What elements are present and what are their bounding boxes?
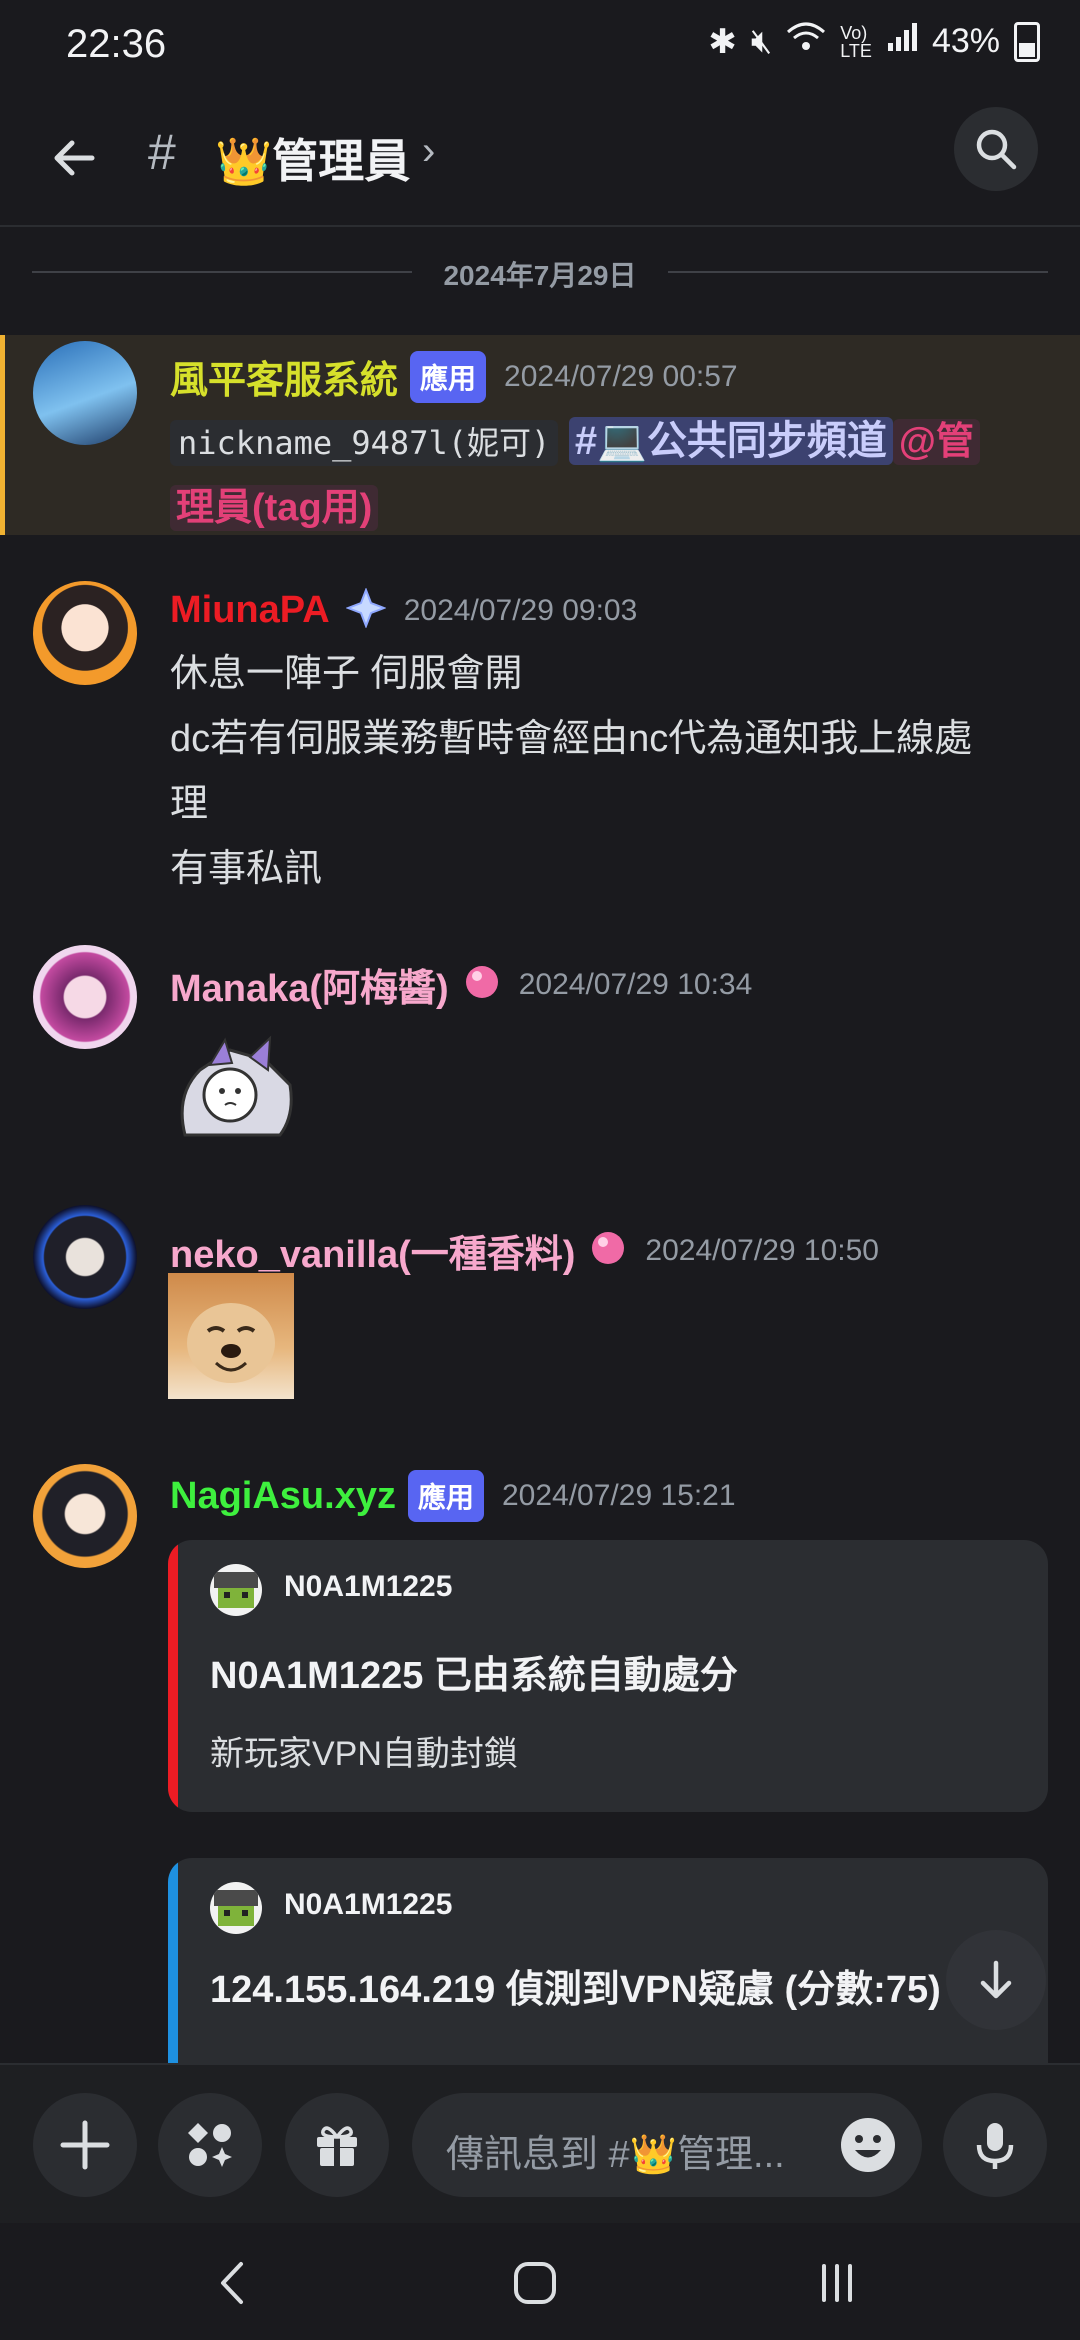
system-nav-bar	[0, 2223, 1080, 2340]
mention-highlight-bar	[0, 335, 5, 535]
nav-home-button[interactable]	[500, 2253, 570, 2313]
avatar[interactable]	[33, 581, 137, 685]
message-line: 休息一陣子 伺服會開	[170, 653, 523, 695]
embed-card[interactable]: N0A1M1225 N0A1M1225 已由系統自動處分 新玩家VPN自動封鎖	[168, 1540, 1048, 1812]
embed-description: 新玩家VPN自動封鎖	[210, 1735, 518, 1773]
channel-header: # 👑管理員 ›	[0, 95, 1080, 227]
channel-mention[interactable]: #💻公共同步頻道	[568, 417, 893, 465]
nav-home-icon	[514, 2262, 556, 2304]
battery-icon	[1014, 21, 1040, 62]
embed-author: N0A1M1225	[284, 1570, 453, 1603]
date-divider-label: 2024年7月29日	[443, 260, 637, 291]
message-item[interactable]: Manaka(阿梅醬) 2024/07/29 10:34	[0, 945, 1080, 1145]
embed-accent-bar	[168, 1858, 178, 2078]
sticker-image[interactable]	[168, 1273, 294, 1399]
mute-icon: 🔇︎	[750, 22, 773, 60]
message-author[interactable]: neko_vanilla(一種香料)	[170, 1223, 575, 1278]
search-button[interactable]	[954, 107, 1038, 191]
app-badge: 應用	[407, 1470, 484, 1522]
gem-badge-icon	[463, 963, 501, 1006]
embed-card[interactable]: N0A1M1225 124.155.164.219 偵測到VPN疑慮 (分數:7…	[168, 1858, 1048, 2078]
status-bar: 22:36 ✱ 🔇︎ Vo) LTE 43%	[0, 0, 1080, 95]
message-timestamp: 2024/07/29 10:34	[518, 967, 753, 1001]
wifi-icon	[786, 20, 826, 63]
nav-back-icon	[221, 2262, 243, 2304]
inline-code: nickname_9487l(妮可)	[170, 420, 559, 466]
channel-chevron[interactable]: ›	[422, 129, 435, 174]
chevron-down-icon	[980, 1960, 1012, 1999]
app-badge: 應用	[410, 350, 487, 403]
mic-icon	[976, 2123, 1014, 2169]
message-author[interactable]: MiunaPA	[170, 589, 330, 632]
message-item[interactable]: NagiAsu.xyz 應用 2024/07/29 15:21 N0A1M122…	[0, 1462, 1080, 2078]
embed-title: 124.155.164.219 偵測到VPN疑慮 (分數:75)	[210, 1969, 941, 2011]
add-attachment-button[interactable]	[33, 2093, 137, 2197]
avatar[interactable]	[33, 945, 137, 1049]
avatar[interactable]	[33, 1205, 137, 1309]
message-author[interactable]: 風平客服系統	[170, 349, 398, 404]
date-divider: 2024年7月29日	[32, 260, 1048, 291]
nav-back-button[interactable]	[198, 2253, 268, 2313]
message-composer: 傳訊息到 #👑管理...	[0, 2063, 1080, 2225]
message-timestamp: 2024/07/29 09:03	[403, 593, 638, 627]
channel-name[interactable]: 👑管理員	[215, 125, 410, 191]
battery-percent: 43%	[931, 22, 1000, 60]
embed-author: N0A1M1225	[284, 1888, 453, 1921]
avatar[interactable]	[33, 1464, 137, 1568]
role-mention[interactable]: 理員(tag用)	[170, 485, 379, 531]
status-icons: ✱ 🔇︎ Vo) LTE 43%	[708, 20, 1040, 63]
role-mention[interactable]: @管	[892, 419, 980, 465]
gift-icon	[317, 2126, 357, 2166]
message-line: 有事私訊	[170, 848, 323, 890]
channel-hash-icon: #	[148, 124, 176, 180]
message-item[interactable]: 風平客服系統 應用 2024/07/29 00:57 nickname_9487…	[0, 335, 1080, 535]
message-item[interactable]: MiunaPA 2024/07/29 09:03 休息一陣子 伺服會開 dc若有…	[0, 580, 1080, 900]
avatar[interactable]	[33, 341, 137, 445]
volte-icon: Vo) LTE	[840, 22, 872, 61]
gem-badge-icon	[589, 1229, 627, 1272]
embed-title: N0A1M1225 已由系統自動處分	[210, 1655, 738, 1697]
nav-recents-icon	[822, 2264, 852, 2302]
bluetooth-icon: ✱	[708, 22, 737, 61]
message-line: 理	[170, 783, 209, 825]
message-input-placeholder: 傳訊息到 #👑管理...	[446, 2134, 785, 2176]
back-button[interactable]	[40, 123, 110, 193]
boost-icon	[344, 587, 387, 633]
plus-icon	[60, 2120, 110, 2170]
jump-to-present-button[interactable]	[946, 1930, 1046, 2030]
message-timestamp: 2024/07/29 15:21	[501, 1479, 736, 1512]
back-arrow-icon	[54, 140, 95, 176]
message-author[interactable]: NagiAsu.xyz	[170, 1475, 396, 1518]
message-input[interactable]: 傳訊息到 #👑管理...	[412, 2093, 922, 2197]
message-item[interactable]: neko_vanilla(一種香料) 2024/07/29 10:50	[0, 1205, 1080, 1405]
emoji-button[interactable]	[838, 2115, 898, 2175]
embed-author-icon	[210, 1882, 262, 1934]
apps-icon	[188, 2123, 232, 2167]
embed-accent-bar	[168, 1540, 178, 1812]
emoji-icon	[841, 2118, 895, 2172]
apps-button[interactable]	[158, 2093, 262, 2197]
sticker-image[interactable]	[170, 1035, 300, 1145]
message-author[interactable]: Manaka(阿梅醬)	[170, 957, 449, 1012]
signal-icon	[886, 21, 918, 62]
embed-author-icon	[210, 1564, 262, 1616]
divider-line	[668, 271, 1048, 273]
gift-button[interactable]	[285, 2093, 389, 2197]
message-timestamp: 2024/07/29 10:50	[645, 1233, 879, 1267]
search-icon	[976, 129, 1017, 170]
status-time: 22:36	[66, 22, 167, 66]
message-line: dc若有伺服業務暫時會經由nc代為通知我上線處	[170, 718, 973, 760]
message-timestamp: 2024/07/29 00:57	[504, 359, 738, 393]
voice-message-button[interactable]	[943, 2093, 1047, 2197]
nav-recents-button[interactable]	[802, 2253, 872, 2313]
